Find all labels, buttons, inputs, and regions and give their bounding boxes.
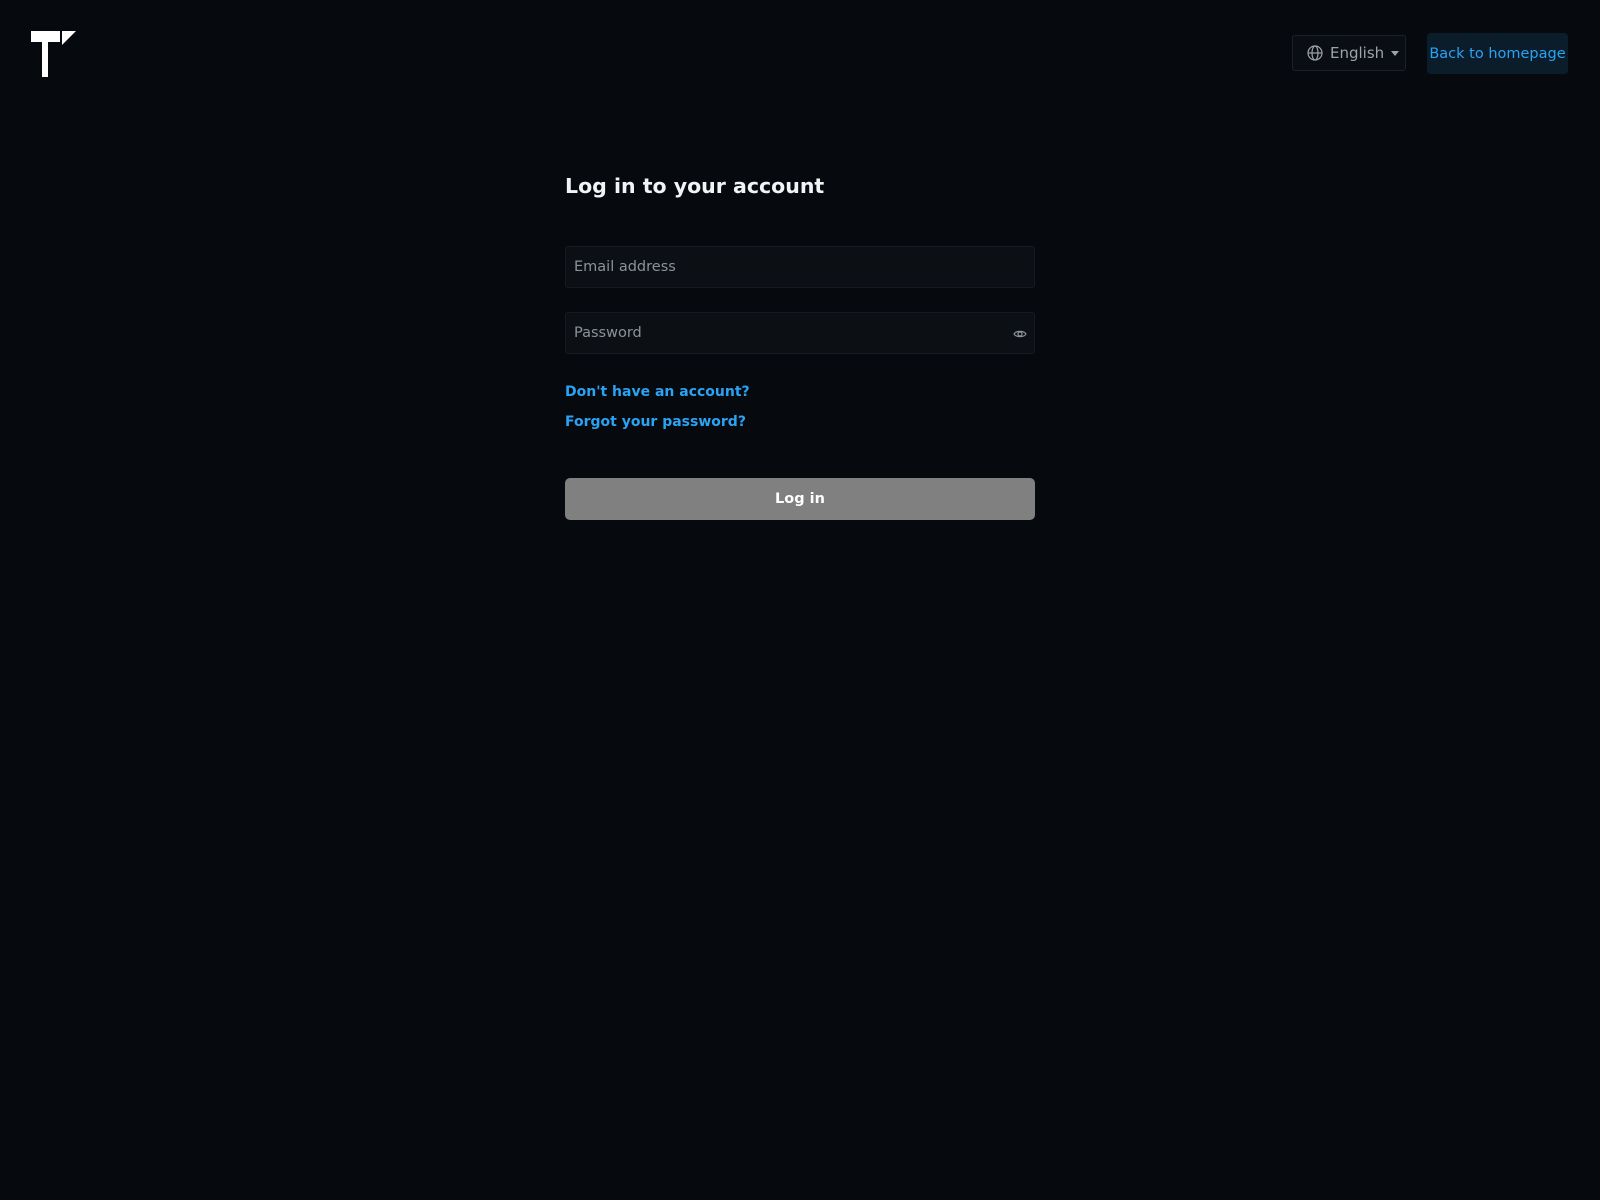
password-field[interactable] bbox=[565, 312, 1035, 354]
back-to-homepage-button[interactable]: Back to homepage bbox=[1427, 33, 1568, 74]
globe-icon bbox=[1307, 45, 1323, 61]
email-field[interactable] bbox=[565, 246, 1035, 288]
forgot-password-link[interactable]: Forgot your password? bbox=[565, 414, 746, 430]
signup-link[interactable]: Don't have an account? bbox=[565, 384, 750, 400]
language-selector[interactable]: English bbox=[1292, 35, 1406, 71]
brand-logo-icon[interactable] bbox=[31, 31, 76, 77]
login-form: Log in to your account Don't have an acc… bbox=[565, 168, 1035, 520]
password-input[interactable] bbox=[566, 313, 1034, 353]
eye-icon[interactable] bbox=[1013, 326, 1027, 340]
language-label: English bbox=[1330, 44, 1385, 62]
login-button[interactable]: Log in bbox=[565, 478, 1035, 520]
page-title: Log in to your account bbox=[565, 174, 825, 198]
chevron-down-icon bbox=[1391, 50, 1400, 56]
email-input[interactable] bbox=[566, 247, 1034, 287]
login-page: English Back to homepage Log in to your … bbox=[0, 0, 1600, 1200]
